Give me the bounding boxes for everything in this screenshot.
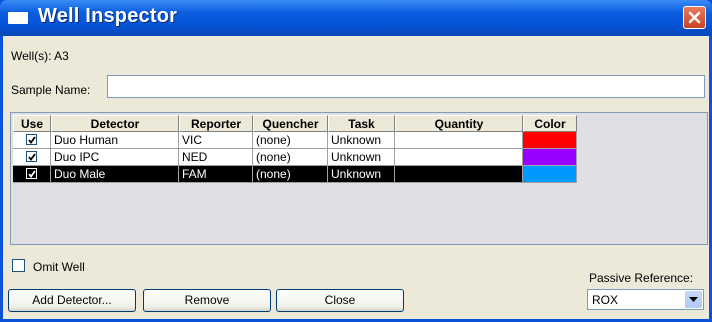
- check-icon: [28, 136, 36, 144]
- column-header-quencher[interactable]: Quencher: [253, 115, 328, 132]
- use-checkbox[interactable]: [26, 151, 37, 162]
- task-cell[interactable]: Unknown: [328, 132, 395, 149]
- window-icon: [8, 12, 28, 24]
- color-swatch[interactable]: [523, 132, 577, 149]
- sample-name-label: Sample Name:: [11, 83, 91, 97]
- detector-cell[interactable]: Duo Male: [51, 166, 179, 183]
- quantity-cell[interactable]: [395, 149, 523, 166]
- column-header-quantity[interactable]: Quantity: [395, 115, 523, 132]
- quencher-cell[interactable]: (none): [253, 149, 328, 166]
- check-icon: [28, 153, 36, 161]
- passive-reference-value: ROX: [592, 293, 619, 307]
- reporter-cell[interactable]: NED: [179, 149, 253, 166]
- quencher-cell[interactable]: (none): [253, 166, 328, 183]
- column-header-color[interactable]: Color: [523, 115, 577, 132]
- detector-grid[interactable]: Use Detector Reporter Quencher Task Quan…: [10, 112, 708, 245]
- passive-reference-label: Passive Reference:: [589, 271, 694, 285]
- omit-well-label: Omit Well: [33, 260, 85, 274]
- use-checkbox[interactable]: [26, 168, 37, 179]
- quantity-cell[interactable]: [395, 132, 523, 149]
- detector-cell[interactable]: Duo Human: [51, 132, 179, 149]
- sample-name-input[interactable]: [107, 75, 705, 98]
- well-inspector-window: Well Inspector Well(s): A3 Sample Name: …: [0, 0, 712, 322]
- dropdown-button[interactable]: [685, 291, 702, 308]
- wells-label: Well(s): A3: [11, 49, 69, 63]
- column-header-reporter[interactable]: Reporter: [179, 115, 253, 132]
- use-cell[interactable]: [13, 132, 51, 149]
- use-checkbox[interactable]: [26, 134, 37, 145]
- color-swatch[interactable]: [523, 149, 577, 166]
- chevron-down-icon: [689, 297, 698, 302]
- detector-cell[interactable]: Duo IPC: [51, 149, 179, 166]
- column-header-task[interactable]: Task: [328, 115, 395, 132]
- task-cell[interactable]: Unknown: [328, 149, 395, 166]
- add-detector-button[interactable]: Add Detector...: [8, 289, 136, 312]
- check-icon: [28, 170, 36, 178]
- use-cell[interactable]: [13, 166, 51, 183]
- title-bar[interactable]: Well Inspector: [0, 0, 712, 36]
- task-cell[interactable]: Unknown: [328, 166, 395, 183]
- quantity-cell[interactable]: [395, 166, 523, 183]
- reporter-cell[interactable]: VIC: [179, 132, 253, 149]
- reporter-cell[interactable]: FAM: [179, 166, 253, 183]
- close-window-button[interactable]: [683, 6, 706, 29]
- color-swatch[interactable]: [523, 166, 577, 183]
- remove-button[interactable]: Remove: [143, 289, 271, 312]
- omit-well-checkbox[interactable]: [12, 259, 25, 272]
- dialog-body: Well(s): A3 Sample Name: Use Detector Re…: [3, 36, 709, 319]
- passive-reference-select[interactable]: ROX: [587, 289, 704, 310]
- use-cell[interactable]: [13, 149, 51, 166]
- column-header-use[interactable]: Use: [13, 115, 51, 132]
- close-icon: [688, 11, 701, 24]
- column-header-detector[interactable]: Detector: [51, 115, 179, 132]
- quencher-cell[interactable]: (none): [253, 132, 328, 149]
- close-button[interactable]: Close: [276, 289, 404, 312]
- window-title: Well Inspector: [38, 5, 178, 27]
